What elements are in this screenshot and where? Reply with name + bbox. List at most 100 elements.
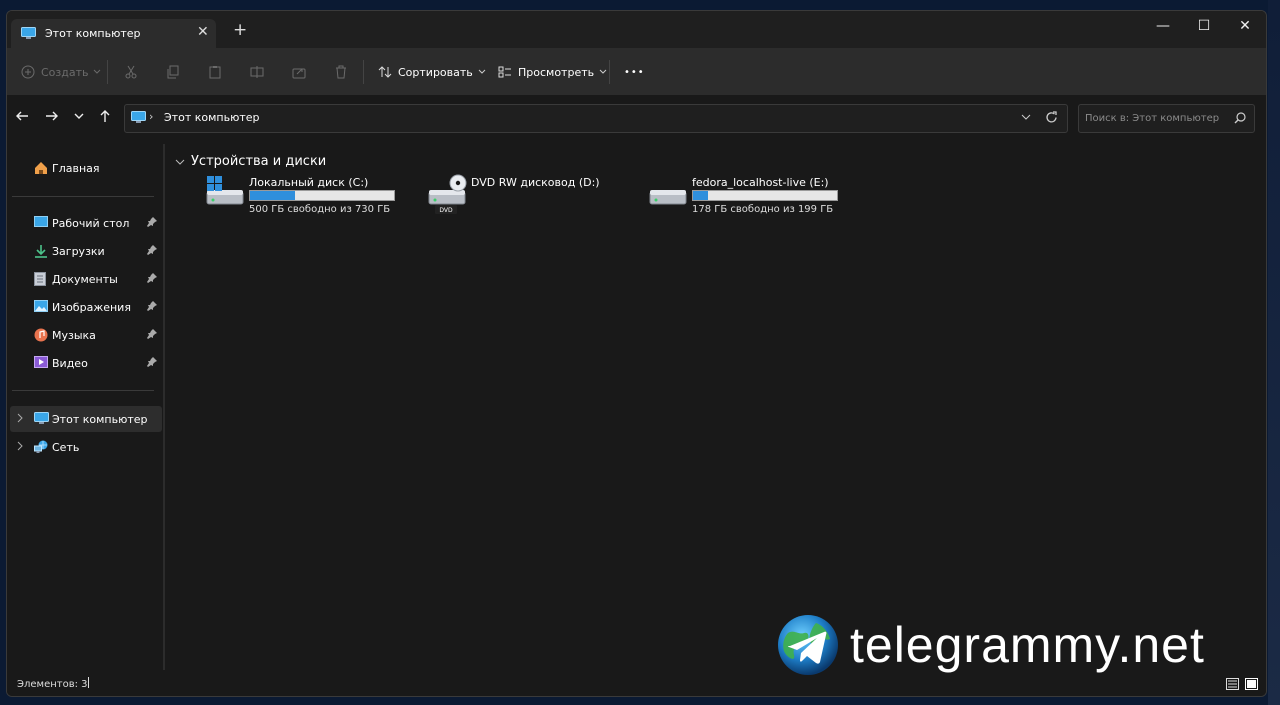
refresh-button[interactable] bbox=[1045, 111, 1058, 127]
pin-icon[interactable] bbox=[147, 273, 157, 286]
group-header-devices[interactable]: Устройства и диски bbox=[175, 154, 326, 169]
pin-icon[interactable] bbox=[147, 245, 157, 258]
sort-icon bbox=[378, 66, 392, 78]
sidebar-item-downloads[interactable]: Загрузки bbox=[10, 238, 162, 264]
address-bar[interactable]: › Этот компьютер bbox=[124, 104, 1068, 133]
sidebar-item-label: Загрузки bbox=[52, 245, 105, 258]
drive-usage-bar bbox=[692, 190, 838, 201]
toolbar-separator bbox=[107, 60, 108, 84]
pin-icon[interactable] bbox=[147, 357, 157, 370]
maximize-button[interactable]: ☐ bbox=[1189, 18, 1219, 34]
desktop-icon bbox=[34, 216, 48, 231]
toolbar-separator bbox=[363, 60, 364, 84]
group-title: Устройства и диски bbox=[191, 154, 327, 169]
items-count: Элементов: 3 bbox=[17, 679, 88, 690]
computer-icon bbox=[131, 111, 146, 127]
tab-label: Этот компьютер bbox=[45, 27, 141, 40]
delete-button[interactable] bbox=[334, 62, 348, 82]
tab-this-pc[interactable]: Этот компьютер ✕ bbox=[11, 19, 216, 48]
sidebar-item-this-pc[interactable]: Этот компьютер bbox=[10, 406, 162, 432]
watermark-text: telegrammy.net bbox=[850, 617, 1205, 673]
drive-c[interactable]: Локальный диск (C:) 500 ГБ свободно из 7… bbox=[205, 174, 405, 222]
pin-icon[interactable] bbox=[147, 301, 157, 314]
refresh-icon bbox=[1046, 111, 1057, 123]
downloads-icon bbox=[34, 244, 48, 261]
share-icon bbox=[292, 68, 306, 79]
create-label: Создать bbox=[41, 65, 89, 79]
content-area: Устройства и диски Локальный диск (C:) 5… bbox=[167, 140, 1266, 670]
drive-usage-bar bbox=[249, 190, 395, 201]
music-icon bbox=[34, 328, 48, 345]
scissors-icon bbox=[125, 65, 137, 79]
minimize-button[interactable]: — bbox=[1148, 18, 1178, 34]
drive-d[interactable]: DVD DVD RW дисковод (D:) bbox=[427, 174, 627, 222]
sidebar-item-documents[interactable]: Документы bbox=[10, 266, 162, 292]
title-bar: Этот компьютер ✕ + — ☐ ✕ bbox=[7, 11, 1266, 48]
command-bar: Создать Сортировать Просмотреть ••• bbox=[7, 48, 1266, 96]
sidebar-item-network[interactable]: Сеть bbox=[10, 434, 162, 460]
chevron-down-icon bbox=[93, 69, 100, 74]
view-button[interactable]: Просмотреть bbox=[498, 62, 607, 82]
pin-icon[interactable] bbox=[147, 217, 157, 230]
clipboard-icon bbox=[209, 66, 221, 79]
drive-usage-fill bbox=[693, 191, 709, 200]
sidebar-divider bbox=[12, 390, 154, 391]
sidebar-item-video[interactable]: Видео bbox=[10, 350, 162, 376]
pin-icon[interactable] bbox=[147, 329, 157, 342]
network-icon bbox=[34, 440, 49, 457]
breadcrumb-this-pc[interactable]: Этот компьютер bbox=[164, 111, 260, 124]
sort-label: Сортировать bbox=[398, 65, 473, 79]
navigation-pane: Главная Рабочий стол Загрузки Документы bbox=[7, 140, 164, 670]
details-view-button[interactable] bbox=[1226, 678, 1239, 690]
tab-close-icon[interactable]: ✕ bbox=[197, 24, 209, 40]
file-explorer-window: Этот компьютер ✕ + — ☐ ✕ Создать Сортиро… bbox=[6, 10, 1267, 697]
chevron-right-icon[interactable] bbox=[16, 412, 24, 427]
sidebar-item-desktop[interactable]: Рабочий стол bbox=[10, 210, 162, 236]
drive-free-space: 178 ГБ свободно из 199 ГБ bbox=[692, 204, 834, 215]
computer-icon bbox=[21, 27, 36, 43]
search-box[interactable] bbox=[1078, 104, 1255, 133]
sidebar-item-label: Рабочий стол bbox=[52, 217, 130, 230]
sort-button[interactable]: Сортировать bbox=[378, 62, 486, 82]
toolbar-separator bbox=[609, 60, 610, 84]
sidebar-item-label: Этот компьютер bbox=[52, 413, 148, 426]
sidebar-item-pictures[interactable]: Изображения bbox=[10, 294, 162, 320]
rename-button[interactable] bbox=[250, 62, 264, 82]
dvd-badge: DVD bbox=[439, 207, 453, 214]
video-icon bbox=[34, 356, 48, 371]
back-button[interactable] bbox=[15, 109, 33, 125]
tiles-view-button[interactable] bbox=[1245, 678, 1258, 690]
create-button[interactable]: Создать bbox=[21, 62, 101, 82]
sidebar-item-home[interactable]: Главная bbox=[10, 155, 162, 181]
up-button[interactable] bbox=[98, 109, 116, 125]
computer-icon bbox=[34, 412, 49, 428]
share-button[interactable] bbox=[292, 62, 306, 82]
sidebar-divider bbox=[12, 196, 154, 197]
cut-button[interactable] bbox=[124, 62, 138, 82]
breadcrumb-separator[interactable]: › bbox=[149, 110, 153, 123]
search-icon[interactable] bbox=[1234, 112, 1246, 127]
hard-drive-icon bbox=[648, 174, 688, 211]
drive-name: fedora_localhost-live (E:) bbox=[692, 176, 829, 189]
sidebar-item-music[interactable]: Музыка bbox=[10, 322, 162, 348]
forward-button[interactable] bbox=[45, 109, 63, 125]
details-view-icon bbox=[1226, 678, 1239, 690]
arrow-right-icon bbox=[46, 111, 58, 121]
new-tab-button[interactable]: + bbox=[233, 22, 247, 39]
address-history-button[interactable] bbox=[1021, 111, 1031, 126]
paste-button[interactable] bbox=[208, 62, 222, 82]
drive-e[interactable]: fedora_localhost-live (E:) 178 ГБ свобод… bbox=[648, 174, 848, 222]
dvd-drive-icon: DVD bbox=[427, 174, 467, 217]
sidebar-item-label: Изображения bbox=[52, 301, 131, 314]
sidebar-item-label: Сеть bbox=[52, 441, 80, 454]
copy-button[interactable] bbox=[166, 62, 180, 82]
telegram-globe-logo bbox=[778, 615, 838, 675]
pane-splitter[interactable] bbox=[163, 144, 165, 670]
more-options-button[interactable]: ••• bbox=[624, 62, 645, 82]
search-input[interactable] bbox=[1085, 111, 1225, 126]
recent-locations-button[interactable] bbox=[73, 109, 91, 125]
chevron-right-icon[interactable] bbox=[16, 440, 24, 455]
pictures-icon bbox=[34, 300, 48, 315]
drive-free-space: 500 ГБ свободно из 730 ГБ bbox=[249, 204, 391, 215]
close-button[interactable]: ✕ bbox=[1230, 18, 1260, 34]
